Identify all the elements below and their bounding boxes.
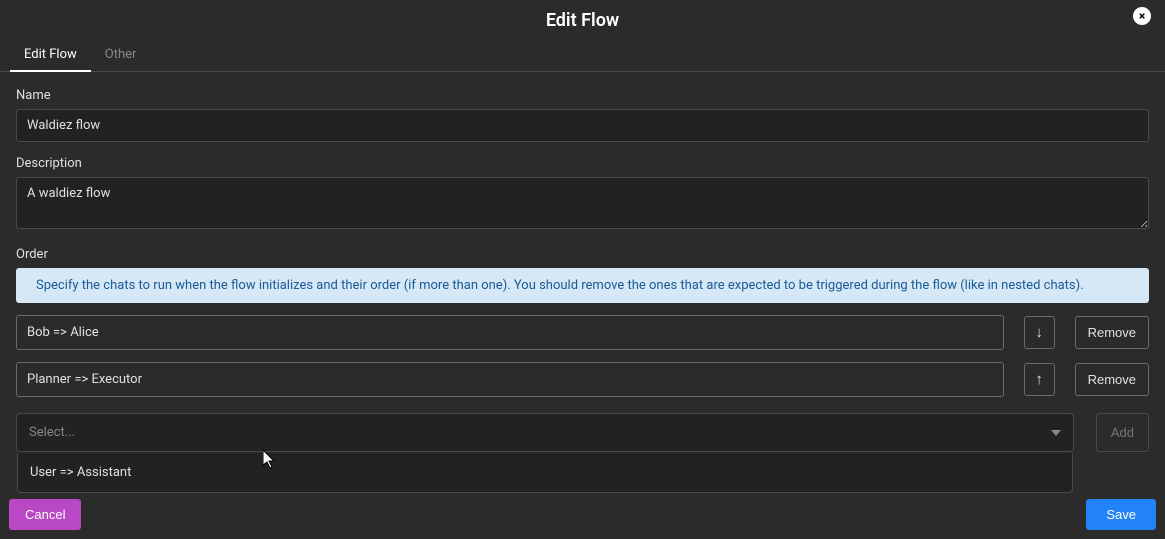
cancel-button[interactable]: Cancel: [9, 499, 81, 530]
order-label: Order: [16, 247, 1149, 262]
description-label: Description: [16, 156, 1149, 171]
content-area: Name Description A waldiez flow Order Sp…: [0, 72, 1165, 468]
footer: Cancel Save: [9, 499, 1156, 530]
select-row: Select... User => Assistant Add: [16, 413, 1149, 452]
chevron-down-icon: [1051, 430, 1061, 436]
order-item: Bob => Alice: [16, 315, 1004, 350]
select-dropdown[interactable]: Select... User => Assistant: [16, 413, 1074, 452]
close-button[interactable]: ×: [1133, 7, 1151, 25]
name-input[interactable]: [16, 109, 1149, 142]
tab-other[interactable]: Other: [91, 39, 151, 71]
add-button: Add: [1096, 413, 1149, 452]
tabs-container: Edit Flow Other: [0, 39, 1165, 72]
order-row: Planner => Executor ↑ Remove: [16, 362, 1149, 397]
order-info-banner: Specify the chats to run when the flow i…: [16, 268, 1149, 303]
remove-button[interactable]: Remove: [1075, 316, 1149, 349]
modal-title: Edit Flow: [0, 0, 1165, 39]
tab-edit-flow[interactable]: Edit Flow: [10, 39, 91, 72]
move-down-button[interactable]: ↓: [1024, 316, 1055, 349]
dropdown-options: User => Assistant: [17, 453, 1073, 493]
order-row: Bob => Alice ↓ Remove: [16, 315, 1149, 350]
move-up-button[interactable]: ↑: [1024, 363, 1055, 396]
close-icon: ×: [1139, 9, 1145, 23]
name-label: Name: [16, 88, 1149, 103]
order-item: Planner => Executor: [16, 362, 1004, 397]
dropdown-option[interactable]: User => Assistant: [18, 453, 1072, 492]
select-placeholder: Select...: [29, 425, 75, 440]
save-button[interactable]: Save: [1086, 499, 1156, 530]
remove-button[interactable]: Remove: [1075, 363, 1149, 396]
description-input[interactable]: A waldiez flow: [16, 177, 1149, 229]
